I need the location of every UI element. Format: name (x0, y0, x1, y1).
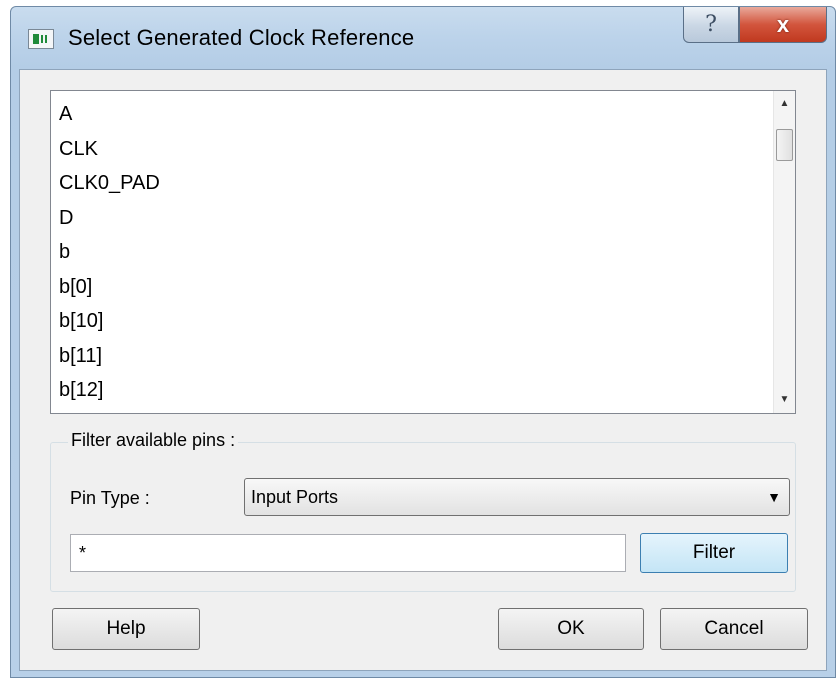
list-item[interactable]: CLK0_PAD (59, 166, 773, 201)
help-caption-button[interactable]: ? (683, 7, 739, 43)
list-item[interactable]: b (59, 235, 773, 270)
dialog-window: Select Generated Clock Reference ? x A C… (10, 6, 836, 678)
question-icon: ? (705, 12, 717, 37)
list-item[interactable]: D (59, 201, 773, 236)
title-bar[interactable]: Select Generated Clock Reference ? x (11, 7, 835, 69)
list-item[interactable]: CLK (59, 132, 773, 167)
list-item[interactable]: b[11] (59, 339, 773, 374)
pin-list: A CLK CLK0_PAD D b b[0] b[10] b[11] b[12… (51, 91, 773, 408)
filter-group-label: Filter available pins : (68, 430, 239, 451)
scroll-down-arrow-icon[interactable]: ▼ (774, 389, 795, 411)
dialog-title: Select Generated Clock Reference (68, 25, 415, 50)
pin-listbox[interactable]: A CLK CLK0_PAD D b b[0] b[10] b[11] b[12… (50, 90, 796, 414)
pin-type-label: Pin Type : (70, 488, 150, 508)
filter-button[interactable]: Filter (640, 533, 788, 573)
dropdown-arrow-icon: ▼ (767, 489, 781, 505)
list-item[interactable]: b[10] (59, 304, 773, 339)
cancel-button[interactable]: Cancel (660, 608, 808, 650)
pin-type-select[interactable]: Input Ports ▼ (244, 478, 790, 516)
list-item[interactable]: A (59, 97, 773, 132)
list-item[interactable]: b[12] (59, 373, 773, 408)
scrollbar-thumb[interactable] (776, 129, 793, 161)
help-button[interactable]: Help (52, 608, 200, 650)
scroll-up-arrow-icon[interactable]: ▲ (774, 93, 795, 115)
application-icon (28, 29, 54, 49)
pin-type-selected-value: Input Ports (251, 487, 339, 507)
ok-button[interactable]: OK (498, 608, 644, 650)
vertical-scrollbar[interactable]: ▲ ▼ (773, 91, 795, 413)
list-item[interactable]: b[0] (59, 270, 773, 305)
close-icon: x (776, 11, 790, 37)
dialog-content: A CLK CLK0_PAD D b b[0] b[10] b[11] b[12… (19, 69, 827, 671)
close-caption-button[interactable]: x (739, 7, 827, 43)
filter-pattern-input[interactable] (70, 534, 626, 572)
